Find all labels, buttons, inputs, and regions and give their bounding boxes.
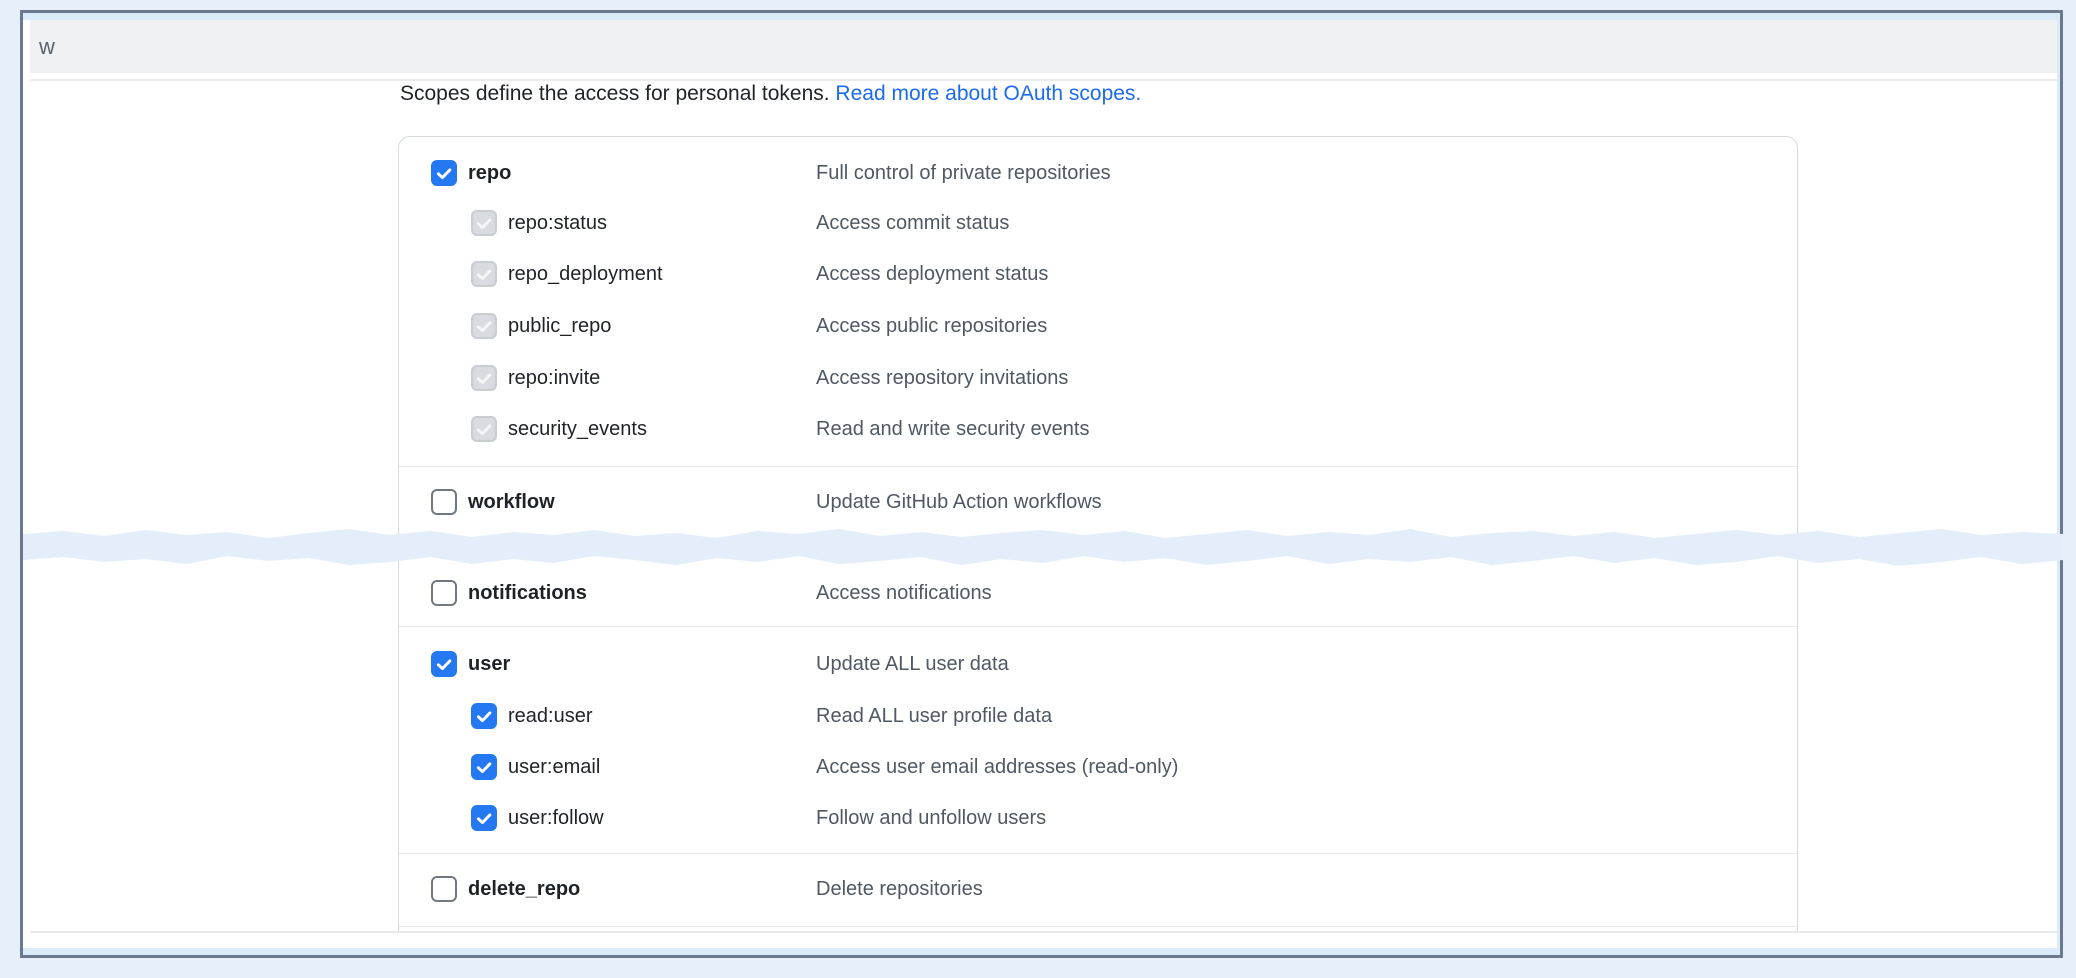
scope-row-repo-deployment: repo_deployment Access deployment status <box>399 248 1797 300</box>
scope-label-user-follow[interactable]: user:follow <box>508 792 604 844</box>
check-icon <box>475 318 493 336</box>
scope-label-read-user[interactable]: read:user <box>508 690 593 742</box>
check-icon <box>475 759 493 777</box>
scope-label-repo[interactable]: repo <box>468 147 511 199</box>
check-icon <box>475 215 493 233</box>
scope-checkbox-repo-status[interactable] <box>471 210 497 236</box>
torn-stitch-band <box>23 526 2063 568</box>
scope-description: Access notifications <box>816 567 992 619</box>
scope-description: Access commit status <box>816 197 1009 249</box>
scope-description: Delete repositories <box>816 863 983 915</box>
scope-label-public-repo[interactable]: public_repo <box>508 300 611 352</box>
scope-label-repo-status[interactable]: repo:status <box>508 197 607 249</box>
check-icon <box>435 165 453 183</box>
scope-checkbox-delete-repo[interactable] <box>431 876 457 902</box>
scope-row-security-events: security_events Read and write security … <box>399 403 1797 455</box>
scope-label-user[interactable]: user <box>468 638 510 690</box>
scopes-intro-text: Scopes define the access for personal to… <box>400 82 835 105</box>
scope-description: Read and write security events <box>816 403 1089 455</box>
scope-checkbox-notifications[interactable] <box>431 580 457 606</box>
scope-label-repo-deployment[interactable]: repo_deployment <box>508 248 663 300</box>
check-icon <box>475 266 493 284</box>
scope-checkbox-user-follow[interactable] <box>471 805 497 831</box>
scope-row-repo: repo Full control of private repositorie… <box>399 147 1797 199</box>
scope-row-user: user Update ALL user data <box>399 638 1797 690</box>
header-divider <box>30 79 2057 81</box>
scope-checkbox-repo-deployment[interactable] <box>471 261 497 287</box>
scope-checkbox-user[interactable] <box>431 651 457 677</box>
scope-label-workflow[interactable]: workflow <box>468 476 555 528</box>
scope-description: Update GitHub Action workflows <box>816 476 1102 528</box>
top-input-bar[interactable]: w <box>30 20 2057 73</box>
scope-label-repo-invite[interactable]: repo:invite <box>508 352 600 404</box>
check-icon <box>475 708 493 726</box>
top-input-value: w <box>39 20 55 73</box>
left-margin-strip <box>23 20 30 948</box>
scope-checkbox-repo[interactable] <box>431 160 457 186</box>
scope-row-user-email: user:email Access user email addresses (… <box>399 741 1797 793</box>
scope-checkbox-workflow[interactable] <box>431 489 457 515</box>
scope-description: Access user email addresses (read-only) <box>816 741 1178 793</box>
group-divider <box>399 466 1797 467</box>
group-divider <box>399 626 1797 627</box>
scope-description: Follow and unfollow users <box>816 792 1046 844</box>
scope-row-read-user: read:user Read ALL user profile data <box>399 690 1797 742</box>
scope-description: Access deployment status <box>816 248 1048 300</box>
scope-description: Full control of private repositories <box>816 147 1111 199</box>
scope-label-notifications[interactable]: notifications <box>468 567 587 619</box>
check-icon <box>475 421 493 439</box>
scope-label-security-events[interactable]: security_events <box>508 403 647 455</box>
scope-description: Access public repositories <box>816 300 1047 352</box>
scope-row-repo-invite: repo:invite Access repository invitation… <box>399 352 1797 404</box>
scope-checkbox-security-events[interactable] <box>471 416 497 442</box>
check-icon <box>475 370 493 388</box>
scope-description: Access repository invitations <box>816 352 1068 404</box>
group-divider <box>399 926 1797 927</box>
page-panel: w Scopes define the access for personal … <box>30 20 2057 948</box>
scope-row-delete-repo: delete_repo Delete repositories <box>399 863 1797 915</box>
oauth-scopes-link[interactable]: Read more about OAuth scopes. <box>835 82 1141 105</box>
scope-checkbox-read-user[interactable] <box>471 703 497 729</box>
scope-label-delete-repo[interactable]: delete_repo <box>468 863 580 915</box>
scope-row-repo-status: repo:status Access commit status <box>399 197 1797 249</box>
content-cutoff-gap <box>30 933 2057 948</box>
scope-label-user-email[interactable]: user:email <box>508 741 600 793</box>
scope-row-public-repo: public_repo Access public repositories <box>399 300 1797 352</box>
scope-row-notifications: notifications Access notifications <box>399 567 1797 619</box>
scope-checkbox-user-email[interactable] <box>471 754 497 780</box>
scope-checkbox-repo-invite[interactable] <box>471 365 497 391</box>
scope-checkbox-public-repo[interactable] <box>471 313 497 339</box>
check-icon <box>475 810 493 828</box>
group-divider <box>399 853 1797 854</box>
scope-row-workflow: workflow Update GitHub Action workflows <box>399 476 1797 528</box>
check-icon <box>435 656 453 674</box>
scopes-intro: Scopes define the access for personal to… <box>400 82 1141 106</box>
scope-description: Read ALL user profile data <box>816 690 1052 742</box>
screenshot-stage: w Scopes define the access for personal … <box>0 0 2076 978</box>
scope-row-user-follow: user:follow Follow and unfollow users <box>399 792 1797 844</box>
scope-description: Update ALL user data <box>816 638 1009 690</box>
